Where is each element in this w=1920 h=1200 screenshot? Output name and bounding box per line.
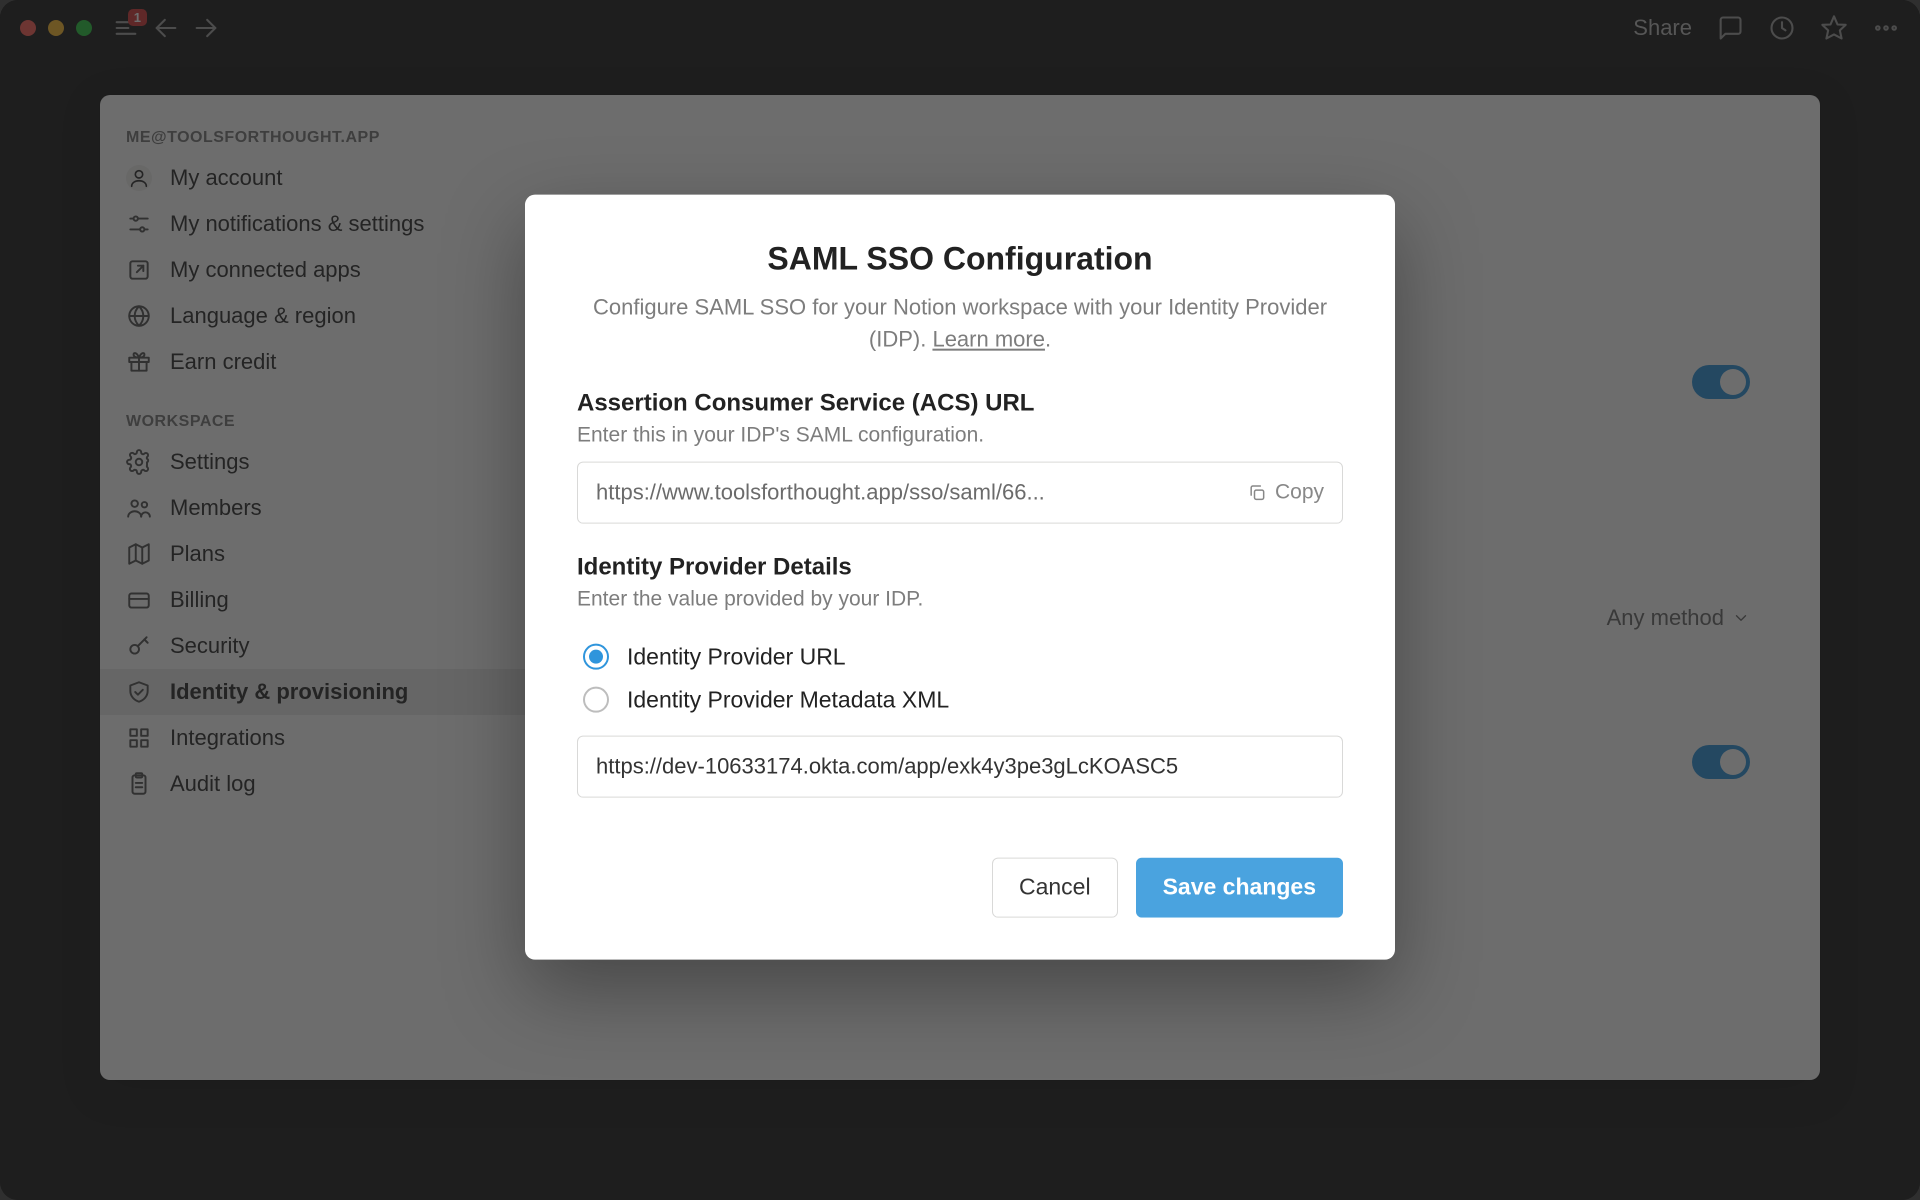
app-window: 1 Share ME@TOOLSFORTHOUGHT.APP My accoun…	[0, 0, 1920, 1200]
modal-subtitle: Configure SAML SSO for your Notion works…	[577, 292, 1343, 356]
learn-more-link[interactable]: Learn more	[932, 327, 1045, 352]
saml-sso-config-modal: SAML SSO Configuration Configure SAML SS…	[525, 195, 1395, 960]
idp-details-hint: Enter the value provided by your IDP.	[577, 587, 1343, 611]
acs-url-field: https://www.toolsforthought.app/sso/saml…	[577, 461, 1343, 523]
acs-url-value: https://www.toolsforthought.app/sso/saml…	[596, 479, 1247, 505]
idp-type-radio-group: Identity Provider URL Identity Provider …	[583, 643, 1343, 713]
copy-acs-url-button[interactable]: Copy	[1247, 480, 1324, 504]
save-changes-button[interactable]: Save changes	[1136, 857, 1343, 917]
copy-icon	[1247, 482, 1267, 502]
idp-details-heading: Identity Provider Details	[577, 553, 1343, 581]
copy-label: Copy	[1275, 480, 1324, 504]
modal-actions: Cancel Save changes	[577, 857, 1343, 917]
idp-url-field[interactable]	[577, 735, 1343, 797]
cancel-button[interactable]: Cancel	[992, 857, 1118, 917]
radio-indicator	[583, 644, 609, 670]
acs-url-heading: Assertion Consumer Service (ACS) URL	[577, 389, 1343, 417]
radio-label: Identity Provider Metadata XML	[627, 686, 949, 713]
acs-url-hint: Enter this in your IDP's SAML configurat…	[577, 423, 1343, 447]
modal-title: SAML SSO Configuration	[577, 241, 1343, 278]
radio-indicator	[583, 687, 609, 713]
radio-idp-url[interactable]: Identity Provider URL	[583, 643, 1343, 670]
radio-label: Identity Provider URL	[627, 643, 846, 670]
radio-idp-metadata-xml[interactable]: Identity Provider Metadata XML	[583, 686, 1343, 713]
idp-url-input[interactable]	[596, 753, 1324, 779]
